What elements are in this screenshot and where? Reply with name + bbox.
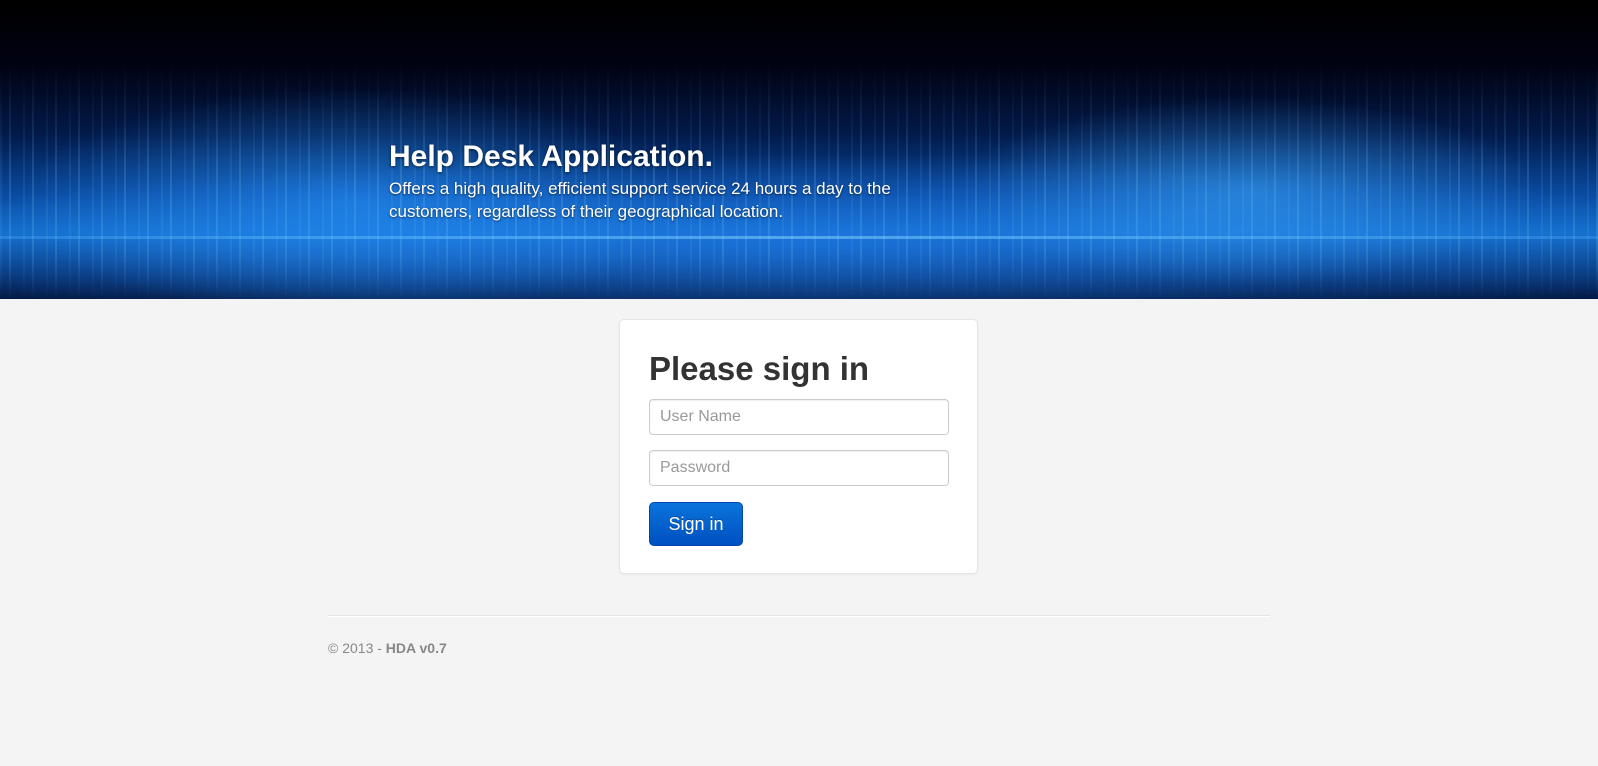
app-title: Help Desk Application.: [389, 140, 713, 173]
footer-copyright: © 2013 -: [328, 640, 386, 656]
password-input[interactable]: [649, 450, 949, 486]
hero-horizon-line: [0, 236, 1598, 239]
footer-version: HDA v0.7: [385, 640, 447, 656]
signin-form: Please sign in Sign in: [619, 319, 978, 574]
username-input[interactable]: [649, 399, 949, 435]
signin-heading: Please sign in: [649, 350, 870, 387]
footer-divider: [328, 615, 1270, 617]
hero-banner: Help Desk Application. Offers a high qua…: [0, 0, 1598, 299]
signin-button[interactable]: Sign in: [649, 502, 743, 546]
app-description: Offers a high quality, efficient support…: [389, 179, 891, 221]
footer: © 2013 - HDA v0.7: [328, 639, 447, 657]
